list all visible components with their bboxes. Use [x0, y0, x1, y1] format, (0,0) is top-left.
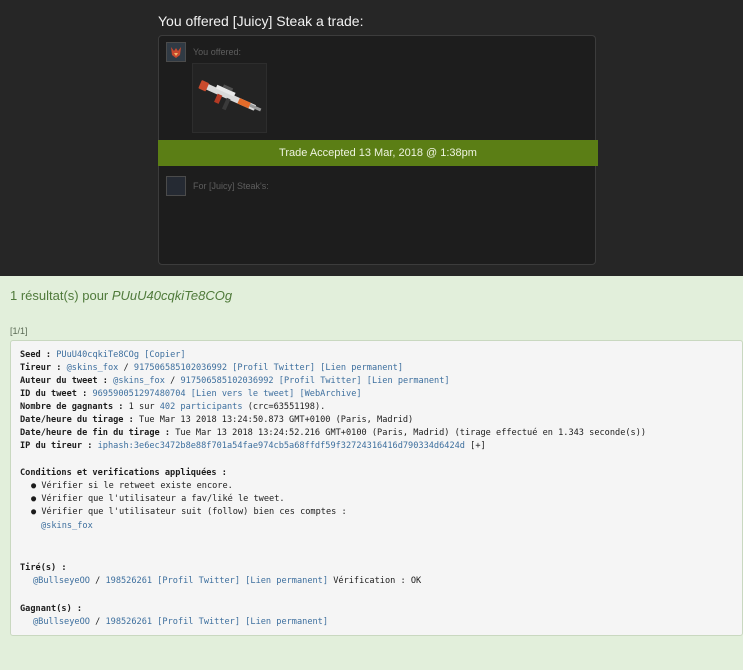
seed-link[interactable]: PUuU40cqkiTe8COg [56, 350, 139, 360]
tireur-profile-link[interactable]: [Profil Twitter] [232, 363, 315, 373]
drawn-permalink-link[interactable]: [Lien permanent] [245, 576, 328, 586]
tweet-id-row: ID du tweet : 969590051297480704 [Lien v… [20, 389, 362, 399]
drawn-heading: Tiré(s) : [20, 563, 67, 573]
conditions-heading: Conditions et verifications appliquées : [20, 468, 227, 478]
drawn-id-link[interactable]: 198526261 [105, 576, 152, 586]
winner-permalink-link[interactable]: [Lien permanent] [245, 617, 328, 627]
tireur-handle-link[interactable]: @skins_fox [67, 363, 119, 373]
draw-details-card: Seed : PUuU40cqkiTe8COg [Copier] Tireur … [10, 340, 743, 636]
tweet-id-link[interactable]: 969590051297480704 [92, 389, 185, 399]
verification-status: Vérification : OK [333, 576, 422, 586]
trade-item-slot[interactable] [192, 63, 267, 133]
drawn-handle-link[interactable]: @BullseyeOO [33, 576, 90, 586]
tireur-id-link[interactable]: 917506585102036992 [134, 363, 227, 373]
followed-account-link[interactable]: @skins_fox [41, 521, 93, 532]
condition-item: ● Vérifier que l'utilisateur a fav/liké … [31, 494, 285, 504]
trade-offer-panel: You offered [Juicy] Steak a trade: You o… [0, 0, 743, 276]
trade-title: You offered [Juicy] Steak a trade: [158, 13, 364, 29]
page-indicator: [1/1] [10, 326, 28, 336]
winner-id-link[interactable]: 198526261 [105, 617, 152, 627]
ip-expand-toggle[interactable]: [+] [470, 441, 486, 451]
you-offered-label: You offered: [193, 47, 242, 57]
condition-item: ● Vérifier si le retweet existe encore. [31, 481, 233, 491]
winner-handle-link[interactable]: @BullseyeOO [33, 617, 90, 627]
tweet-link[interactable]: [Lien vers le tweet] [191, 389, 294, 399]
winners-count-row: Nombre de gagnants : 1 sur 402 participa… [20, 402, 326, 412]
winner-profile-link[interactable]: [Profil Twitter] [157, 617, 240, 627]
for-partner-label: For [Juicy] Steak's: [193, 181, 269, 191]
avatar-glyph-icon [171, 47, 181, 58]
ip-row: IP du tireur : iphash:3e6ec3472b8e88f701… [20, 441, 486, 451]
user-avatar-icon[interactable] [166, 42, 186, 62]
trade-accepted-status: Trade Accepted 13 Mar, 2018 @ 1:38pm [158, 140, 598, 166]
participants-link[interactable]: 402 participants [160, 402, 243, 412]
seed-row: Seed : PUuU40cqkiTe8COg [Copier] [20, 350, 186, 360]
trade-box: You offered: Trade Accepted 13 Mar, 2018… [158, 35, 598, 265]
auteur-row: Auteur du tweet : @skins_fox / 917506585… [20, 376, 450, 386]
condition-item: ● Vérifier que l'utilisateur suit (follo… [31, 507, 347, 517]
tireur-permalink-link[interactable]: [Lien permanent] [320, 363, 403, 373]
copy-seed-link[interactable]: [Copier] [144, 350, 185, 360]
drawn-profile-link[interactable]: [Profil Twitter] [157, 576, 240, 586]
result-count-text: 1 résultat(s) pour [10, 288, 112, 303]
drawn-row: @BullseyeOO / 198526261 [Profil Twitter]… [33, 576, 422, 586]
draw-end-date-row: Date/heure de fin du tirage : Tue Mar 13… [20, 428, 647, 438]
ip-hash-link[interactable]: iphash:3e6ec3472b8e88f701a54fae974cb5a68… [98, 441, 465, 451]
result-heading: 1 résultat(s) pour PUuU40cqkiTe8COg [10, 288, 232, 303]
winner-row: @BullseyeOO / 198526261 [Profil Twitter]… [33, 617, 329, 627]
partner-avatar-icon[interactable] [166, 176, 186, 196]
auteur-permalink-link[interactable]: [Lien permanent] [367, 376, 450, 386]
auteur-id-link[interactable]: 917506585102036992 [180, 376, 273, 386]
auteur-profile-link[interactable]: [Profil Twitter] [279, 376, 362, 386]
tireur-row: Tireur : @skins_fox / 917506585102036992… [20, 363, 404, 373]
draw-date-row: Date/heure du tirage : Tue Mar 13 2018 1… [20, 415, 414, 425]
auteur-handle-link[interactable]: @skins_fox [113, 376, 165, 386]
result-seed: PUuU40cqkiTe8COg [111, 288, 233, 303]
winners-heading: Gagnant(s) : [20, 604, 83, 614]
webarchive-link[interactable]: [WebArchive] [299, 389, 361, 399]
rifle-skin-icon [198, 80, 262, 112]
